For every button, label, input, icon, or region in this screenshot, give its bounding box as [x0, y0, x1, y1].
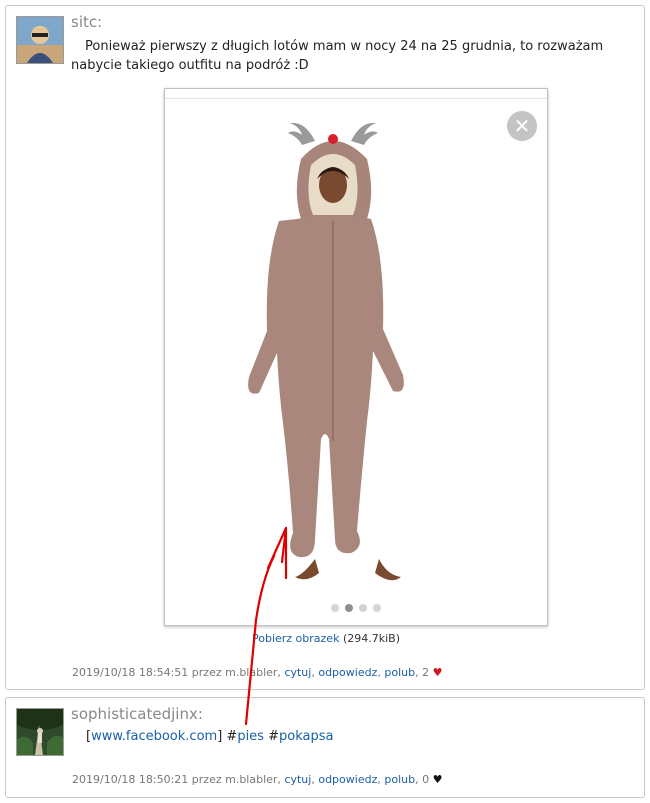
reply-link[interactable]: odpowiedz — [318, 773, 377, 786]
download-image-link[interactable]: Pobierz obrazek — [252, 632, 339, 645]
avatar[interactable] — [16, 708, 64, 756]
gallery-dot-1[interactable] — [331, 604, 339, 612]
reply-link[interactable]: odpowiedz — [318, 666, 377, 679]
post-meta: 2019/10/18 18:50:21 przez m.blabler, cyt… — [72, 773, 443, 786]
post-meta: 2019/10/18 18:54:51 przez m.blabler, cyt… — [72, 666, 443, 679]
close-icon[interactable]: ✕ — [507, 111, 537, 141]
hash-sign: # — [226, 729, 238, 744]
post-timestamp: 2019/10/18 18:50:21 przez m.blabler, — [72, 773, 281, 786]
gallery-top-bar — [165, 89, 547, 99]
post-sitc: sitc: Ponieważ pierwszy z długich lotów … — [5, 5, 645, 690]
download-row: Pobierz obrazek (294.7kiB) — [6, 632, 646, 645]
bracket-close: ] — [217, 729, 223, 744]
like-link[interactable]: polub — [384, 666, 415, 679]
hash-sign: # — [268, 729, 279, 744]
quote-link[interactable]: cytuj — [284, 773, 311, 786]
hashtag-pies[interactable]: pies — [237, 729, 264, 744]
heart-icon: ♥ — [432, 773, 443, 786]
author-name[interactable]: sophisticatedjinx: — [71, 705, 203, 723]
facebook-link[interactable]: www.facebook.com — [91, 729, 217, 744]
image-gallery[interactable]: ✕ — [164, 88, 548, 626]
gallery-dot-3[interactable] — [359, 604, 367, 612]
post-text-content: Ponieważ pierwszy z długich lotów mam w … — [71, 39, 604, 73]
gallery-dot-2-active[interactable] — [345, 604, 353, 612]
author-name[interactable]: sitc: — [71, 13, 102, 31]
like-link[interactable]: polub — [384, 773, 415, 786]
avatar[interactable] — [16, 16, 64, 64]
gallery-image[interactable] — [165, 99, 547, 599]
post-text: Ponieważ pierwszy z długich lotów mam w … — [71, 37, 631, 75]
close-icon-glyph: ✕ — [513, 114, 531, 138]
download-size: (294.7kiB) — [342, 632, 400, 645]
gallery-dot-4[interactable] — [373, 604, 381, 612]
hashtag-pokapsa[interactable]: pokapsa — [279, 729, 333, 744]
likes-count: 0 — [422, 773, 430, 786]
quote-link[interactable]: cytuj — [284, 666, 311, 679]
heart-icon: ♥ — [432, 666, 443, 679]
post-timestamp: 2019/10/18 18:54:51 przez m.blabler, — [72, 666, 281, 679]
gallery-pagination — [165, 604, 547, 612]
post-text: [www.facebook.com] #pies #pokapsa — [72, 727, 632, 746]
post-sophisticatedjinx: sophisticatedjinx: [www.facebook.com] #p… — [5, 697, 645, 798]
likes-count: 2 — [422, 666, 430, 679]
